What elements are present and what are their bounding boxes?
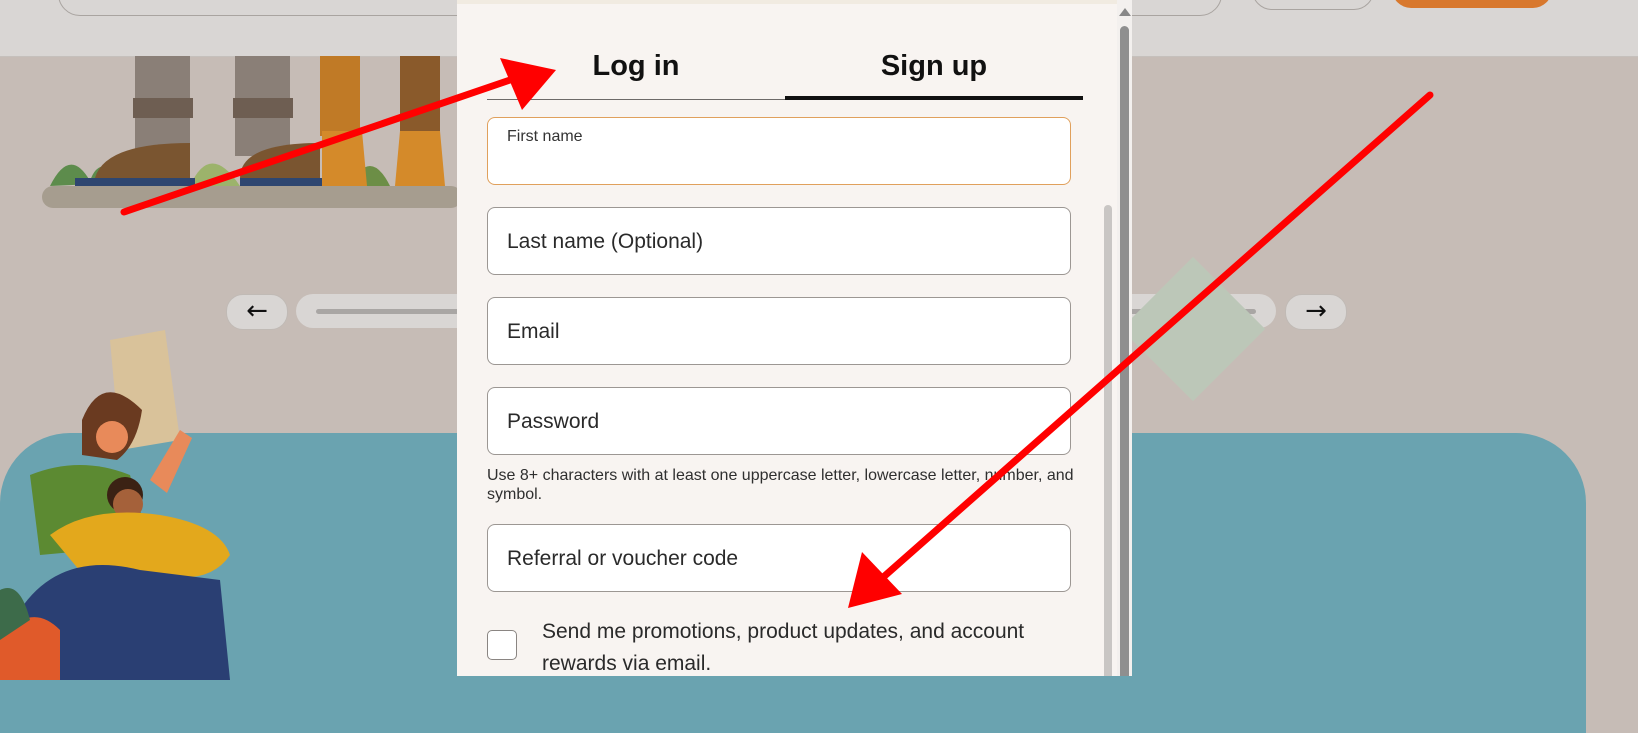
referral-code-field[interactable]: Referral or voucher code: [487, 524, 1071, 592]
people-illustration: [0, 330, 230, 680]
last-name-field[interactable]: Last name (Optional): [487, 207, 1071, 275]
hero-illustration: [42, 56, 462, 208]
password-placeholder: Password: [507, 410, 600, 433]
decorative-diamond: [1120, 256, 1266, 402]
scrollbar-thumb[interactable]: [1120, 26, 1129, 676]
auth-tabs: Log in Sign up: [487, 40, 1083, 102]
header-outline-button[interactable]: [1252, 0, 1374, 10]
auth-modal: Log in Sign up First name Last name (Opt…: [457, 0, 1132, 676]
password-hint: Use 8+ characters with at least one uppe…: [487, 467, 1074, 503]
inner-scroll-track[interactable]: [1104, 205, 1112, 676]
email-placeholder: Email: [507, 320, 560, 343]
right-arrow-icon: →: [1305, 296, 1327, 326]
modal-scrollbar[interactable]: [1117, 0, 1132, 676]
referral-placeholder: Referral or voucher code: [507, 547, 739, 570]
promo-checkbox-label[interactable]: Send me promotions, product updates, and…: [542, 616, 1082, 676]
modal-top-edge: [457, 0, 1132, 4]
first-name-label: First name: [507, 128, 583, 145]
scroll-up-icon[interactable]: [1119, 8, 1131, 16]
header-primary-button[interactable]: [1392, 0, 1552, 8]
password-field[interactable]: Password: [487, 387, 1071, 455]
tab-signup[interactable]: Sign up: [785, 40, 1083, 100]
tab-login[interactable]: Log in: [487, 40, 785, 100]
promo-checkbox[interactable]: [487, 630, 517, 660]
carousel-next-button[interactable]: →: [1285, 294, 1347, 330]
email-field[interactable]: Email: [487, 297, 1071, 365]
last-name-placeholder: Last name (Optional): [507, 230, 704, 253]
left-arrow-icon: ←: [246, 296, 268, 326]
first-name-field[interactable]: First name: [487, 117, 1071, 185]
